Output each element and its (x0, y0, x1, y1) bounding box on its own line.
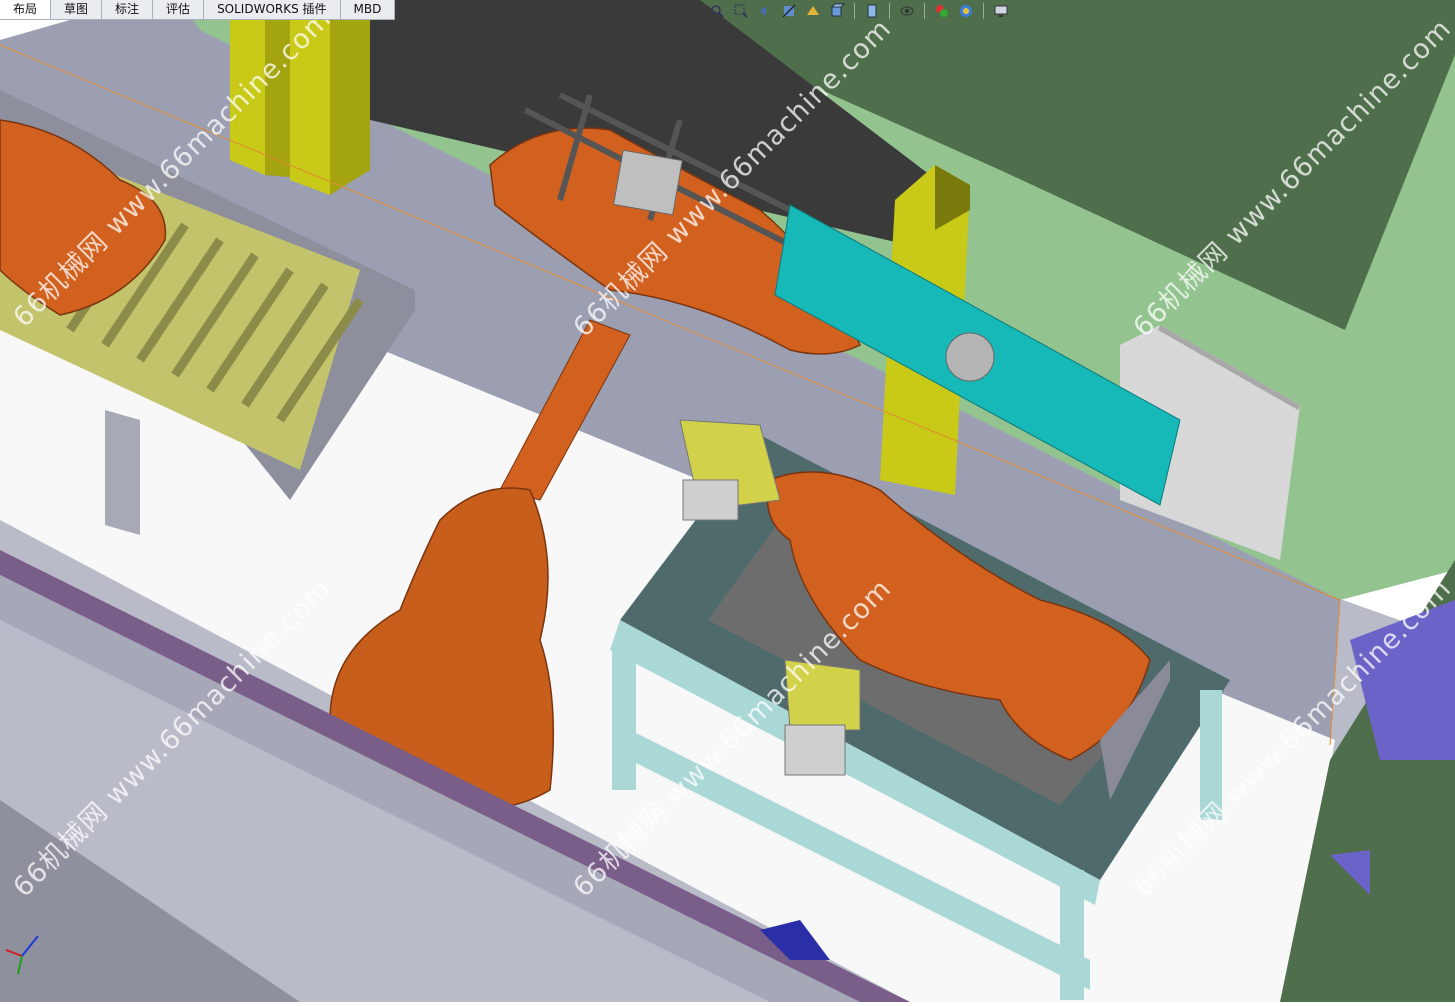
apply-scene-icon[interactable] (957, 2, 975, 20)
clamp-cylinder (784, 659, 861, 731)
3d-viewport[interactable]: 66机械网 www.66machine.com 66机械网 www.66mach… (0, 0, 1455, 1002)
tab-sketch[interactable]: 草图 (51, 0, 103, 19)
toolbar-separator (924, 3, 925, 19)
zoom-area-icon[interactable] (732, 2, 750, 20)
tab-evaluate[interactable]: 评估 (153, 0, 205, 19)
yellow-pillar (290, 0, 330, 195)
zoom-to-fit-icon[interactable] (708, 2, 726, 20)
view-settings-icon[interactable] (992, 2, 1010, 20)
cad-scene (0, 0, 1455, 1002)
view-orientation-icon[interactable] (828, 2, 846, 20)
tab-markup[interactable]: 标注 (102, 0, 154, 19)
tab-layout[interactable]: 布局 (0, 0, 52, 19)
edit-appearance-icon[interactable] (933, 2, 951, 20)
display-style-icon[interactable] (863, 2, 881, 20)
toolbar-separator (983, 3, 984, 19)
section-view-icon[interactable] (780, 2, 798, 20)
axis-triad-icon (5, 935, 39, 975)
yellow-pillar (230, 0, 265, 175)
tab-solidworks-addins[interactable]: SOLIDWORKS 插件 (204, 0, 341, 19)
hide-show-items-icon[interactable] (898, 2, 916, 20)
toolbar-separator (854, 3, 855, 19)
dynamic-annotation-icon[interactable] (804, 2, 822, 20)
heads-up-view-toolbar (708, 2, 1010, 20)
previous-view-icon[interactable] (756, 2, 774, 20)
command-manager-tabs: 布局 草图 标注 评估 SOLIDWORKS 插件 MBD (0, 0, 396, 20)
tab-mbd[interactable]: MBD (340, 0, 396, 19)
toolbar-separator (889, 3, 890, 19)
